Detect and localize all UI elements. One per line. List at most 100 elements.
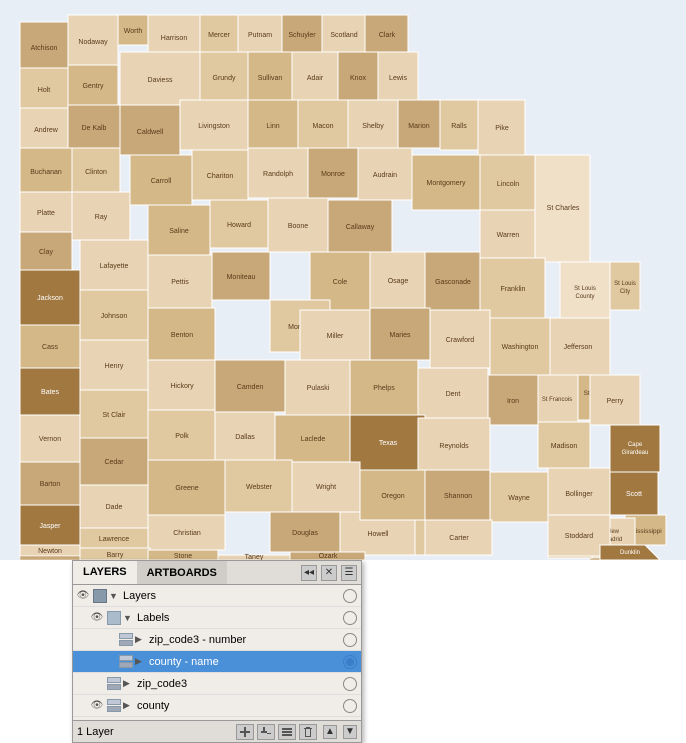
svg-text:Carter: Carter xyxy=(449,535,469,542)
svg-text:Lincoln: Lincoln xyxy=(497,181,519,188)
svg-text:Cedar: Cedar xyxy=(104,459,124,466)
eye-visible-icon[interactable]: 👁 xyxy=(75,588,91,604)
svg-text:Reynolds: Reynolds xyxy=(439,443,469,450)
layer-row-county[interactable]: 👁 ▶ county xyxy=(73,695,361,717)
map-svg: Atchison Nodaway Worth Harrison Mercer P… xyxy=(0,0,686,560)
svg-text:Holt: Holt xyxy=(38,87,51,94)
svg-text:Stone: Stone xyxy=(174,553,192,560)
layer-name-labels: Labels xyxy=(135,612,341,624)
svg-text:Benton: Benton xyxy=(171,332,193,339)
scroll-up-btn[interactable]: ▲ xyxy=(323,725,337,739)
svg-text:Platte: Platte xyxy=(37,210,55,217)
tab-artboards[interactable]: ARTBOARDS xyxy=(137,561,227,584)
svg-text:Buchanan: Buchanan xyxy=(30,169,62,176)
svg-text:County: County xyxy=(575,294,594,300)
expand-arrow-county[interactable]: ▶ xyxy=(123,700,135,711)
svg-text:Polk: Polk xyxy=(175,433,189,440)
svg-text:Ray: Ray xyxy=(95,214,108,221)
layer-name-layers: Layers xyxy=(121,590,341,602)
svg-text:Wright: Wright xyxy=(316,484,336,491)
svg-text:Douglas: Douglas xyxy=(292,530,318,537)
svg-text:Barton: Barton xyxy=(40,481,61,488)
svg-text:Laclede: Laclede xyxy=(301,436,326,443)
layer-row-county-name[interactable]: ▶ county - name xyxy=(73,651,361,673)
svg-text:St Louis: St Louis xyxy=(574,286,596,292)
layer-name-county: county xyxy=(135,700,341,712)
svg-text:Vernon: Vernon xyxy=(39,436,61,443)
svg-text:Iron: Iron xyxy=(507,398,519,405)
svg-text:Greene: Greene xyxy=(175,485,198,492)
expand-arrow-layers[interactable]: ▼ xyxy=(109,591,121,601)
layer-target-circle-layers[interactable] xyxy=(343,589,357,603)
eye-visible-icon-county[interactable]: 👁 xyxy=(89,698,105,714)
expand-arrow-zip3[interactable]: ▶ xyxy=(123,678,135,689)
svg-text:Audrain: Audrain xyxy=(373,172,397,179)
layer-target-circle-labels[interactable] xyxy=(343,611,357,625)
panel-menu-btn[interactable]: ☰ xyxy=(341,565,357,581)
svg-text:Phelps: Phelps xyxy=(373,385,395,392)
svg-text:Cape: Cape xyxy=(628,442,643,448)
svg-text:Johnson: Johnson xyxy=(101,313,128,320)
layer-row-layers[interactable]: 👁 ▼ Layers xyxy=(73,585,361,607)
svg-text:Maries: Maries xyxy=(389,332,411,339)
layer-name-zip-number: zip_code3 - number xyxy=(147,634,341,646)
svg-text:Chariton: Chariton xyxy=(207,173,234,180)
layer-count: 1 Layer xyxy=(77,726,114,738)
svg-text:Bates: Bates xyxy=(41,389,59,396)
panel-header: LAYERS ARTBOARDS ◂◂ ✕ ☰ xyxy=(73,561,361,585)
expand-arrow-zip-number[interactable]: ▶ xyxy=(135,634,147,645)
new-layer-btn[interactable] xyxy=(236,724,254,740)
layer-target-circle-county-name[interactable] xyxy=(343,655,357,669)
svg-text:Cass: Cass xyxy=(42,344,58,351)
eye-visible-icon-labels[interactable]: 👁 xyxy=(89,610,105,626)
collapse-panel-btn[interactable]: ◂◂ xyxy=(301,565,317,581)
svg-text:De Kalb: De Kalb xyxy=(82,125,107,132)
svg-text:Henry: Henry xyxy=(105,363,124,370)
svg-text:Webster: Webster xyxy=(246,484,273,491)
svg-text:Pulaski: Pulaski xyxy=(307,385,330,392)
layer-row-labels[interactable]: 👁 ▼ Labels xyxy=(73,607,361,629)
tab-layers[interactable]: LAYERS xyxy=(73,561,137,584)
svg-text:Jackson: Jackson xyxy=(37,295,63,302)
svg-text:Harrison: Harrison xyxy=(161,35,188,42)
svg-text:Lawrence: Lawrence xyxy=(99,536,129,543)
layers-panel[interactable]: LAYERS ARTBOARDS ◂◂ ✕ ☰ 👁 ▼ Layers 👁 ▼ L… xyxy=(72,560,362,743)
new-sublayer-btn[interactable] xyxy=(257,724,275,740)
layer-row-zip3[interactable]: ▶ zip_code3 xyxy=(73,673,361,695)
svg-text:Monroe: Monroe xyxy=(321,171,345,178)
svg-text:Jasper: Jasper xyxy=(39,523,61,530)
svg-text:Stoddard: Stoddard xyxy=(565,533,594,540)
svg-text:Warren: Warren xyxy=(497,232,520,239)
layer-name-county-name: county - name xyxy=(147,656,341,668)
svg-text:Hickory: Hickory xyxy=(170,383,194,390)
layer-target-circle-zip-number[interactable] xyxy=(343,633,357,647)
svg-text:Gasconade: Gasconade xyxy=(435,279,471,286)
expand-arrow-county-name[interactable]: ▶ xyxy=(135,656,147,667)
close-panel-btn[interactable]: ✕ xyxy=(321,565,337,581)
color-swatch-labels xyxy=(107,611,121,625)
expand-arrow-labels[interactable]: ▼ xyxy=(123,613,135,623)
svg-text:Boone: Boone xyxy=(288,223,308,230)
svg-text:Washington: Washington xyxy=(502,344,539,351)
delete-layer-btn[interactable] xyxy=(299,724,317,740)
svg-text:Dade: Dade xyxy=(106,504,123,511)
svg-text:Mercer: Mercer xyxy=(208,32,230,39)
svg-text:Christian: Christian xyxy=(173,530,201,537)
svg-text:Texas: Texas xyxy=(379,440,398,447)
svg-text:City: City xyxy=(620,289,630,295)
scroll-down-btn[interactable]: ▼ xyxy=(343,725,357,739)
svg-text:Putnam: Putnam xyxy=(248,32,272,39)
move-layer-btn[interactable] xyxy=(278,724,296,740)
layer-row-zip-number[interactable]: ▶ zip_code3 - number xyxy=(73,629,361,651)
svg-text:Randolph: Randolph xyxy=(263,171,293,178)
svg-text:Clark: Clark xyxy=(379,32,396,39)
layer-target-circle-county[interactable] xyxy=(343,699,357,713)
map-area: Atchison Nodaway Worth Harrison Mercer P… xyxy=(0,0,686,560)
svg-text:Gentry: Gentry xyxy=(82,83,104,90)
svg-text:Dallas: Dallas xyxy=(235,434,255,441)
svg-text:Atchison: Atchison xyxy=(31,45,58,52)
svg-text:Osage: Osage xyxy=(388,278,409,285)
layer-target-circle-zip3[interactable] xyxy=(343,677,357,691)
svg-text:Jefferson: Jefferson xyxy=(564,344,593,351)
svg-text:Sullivan: Sullivan xyxy=(258,75,283,82)
